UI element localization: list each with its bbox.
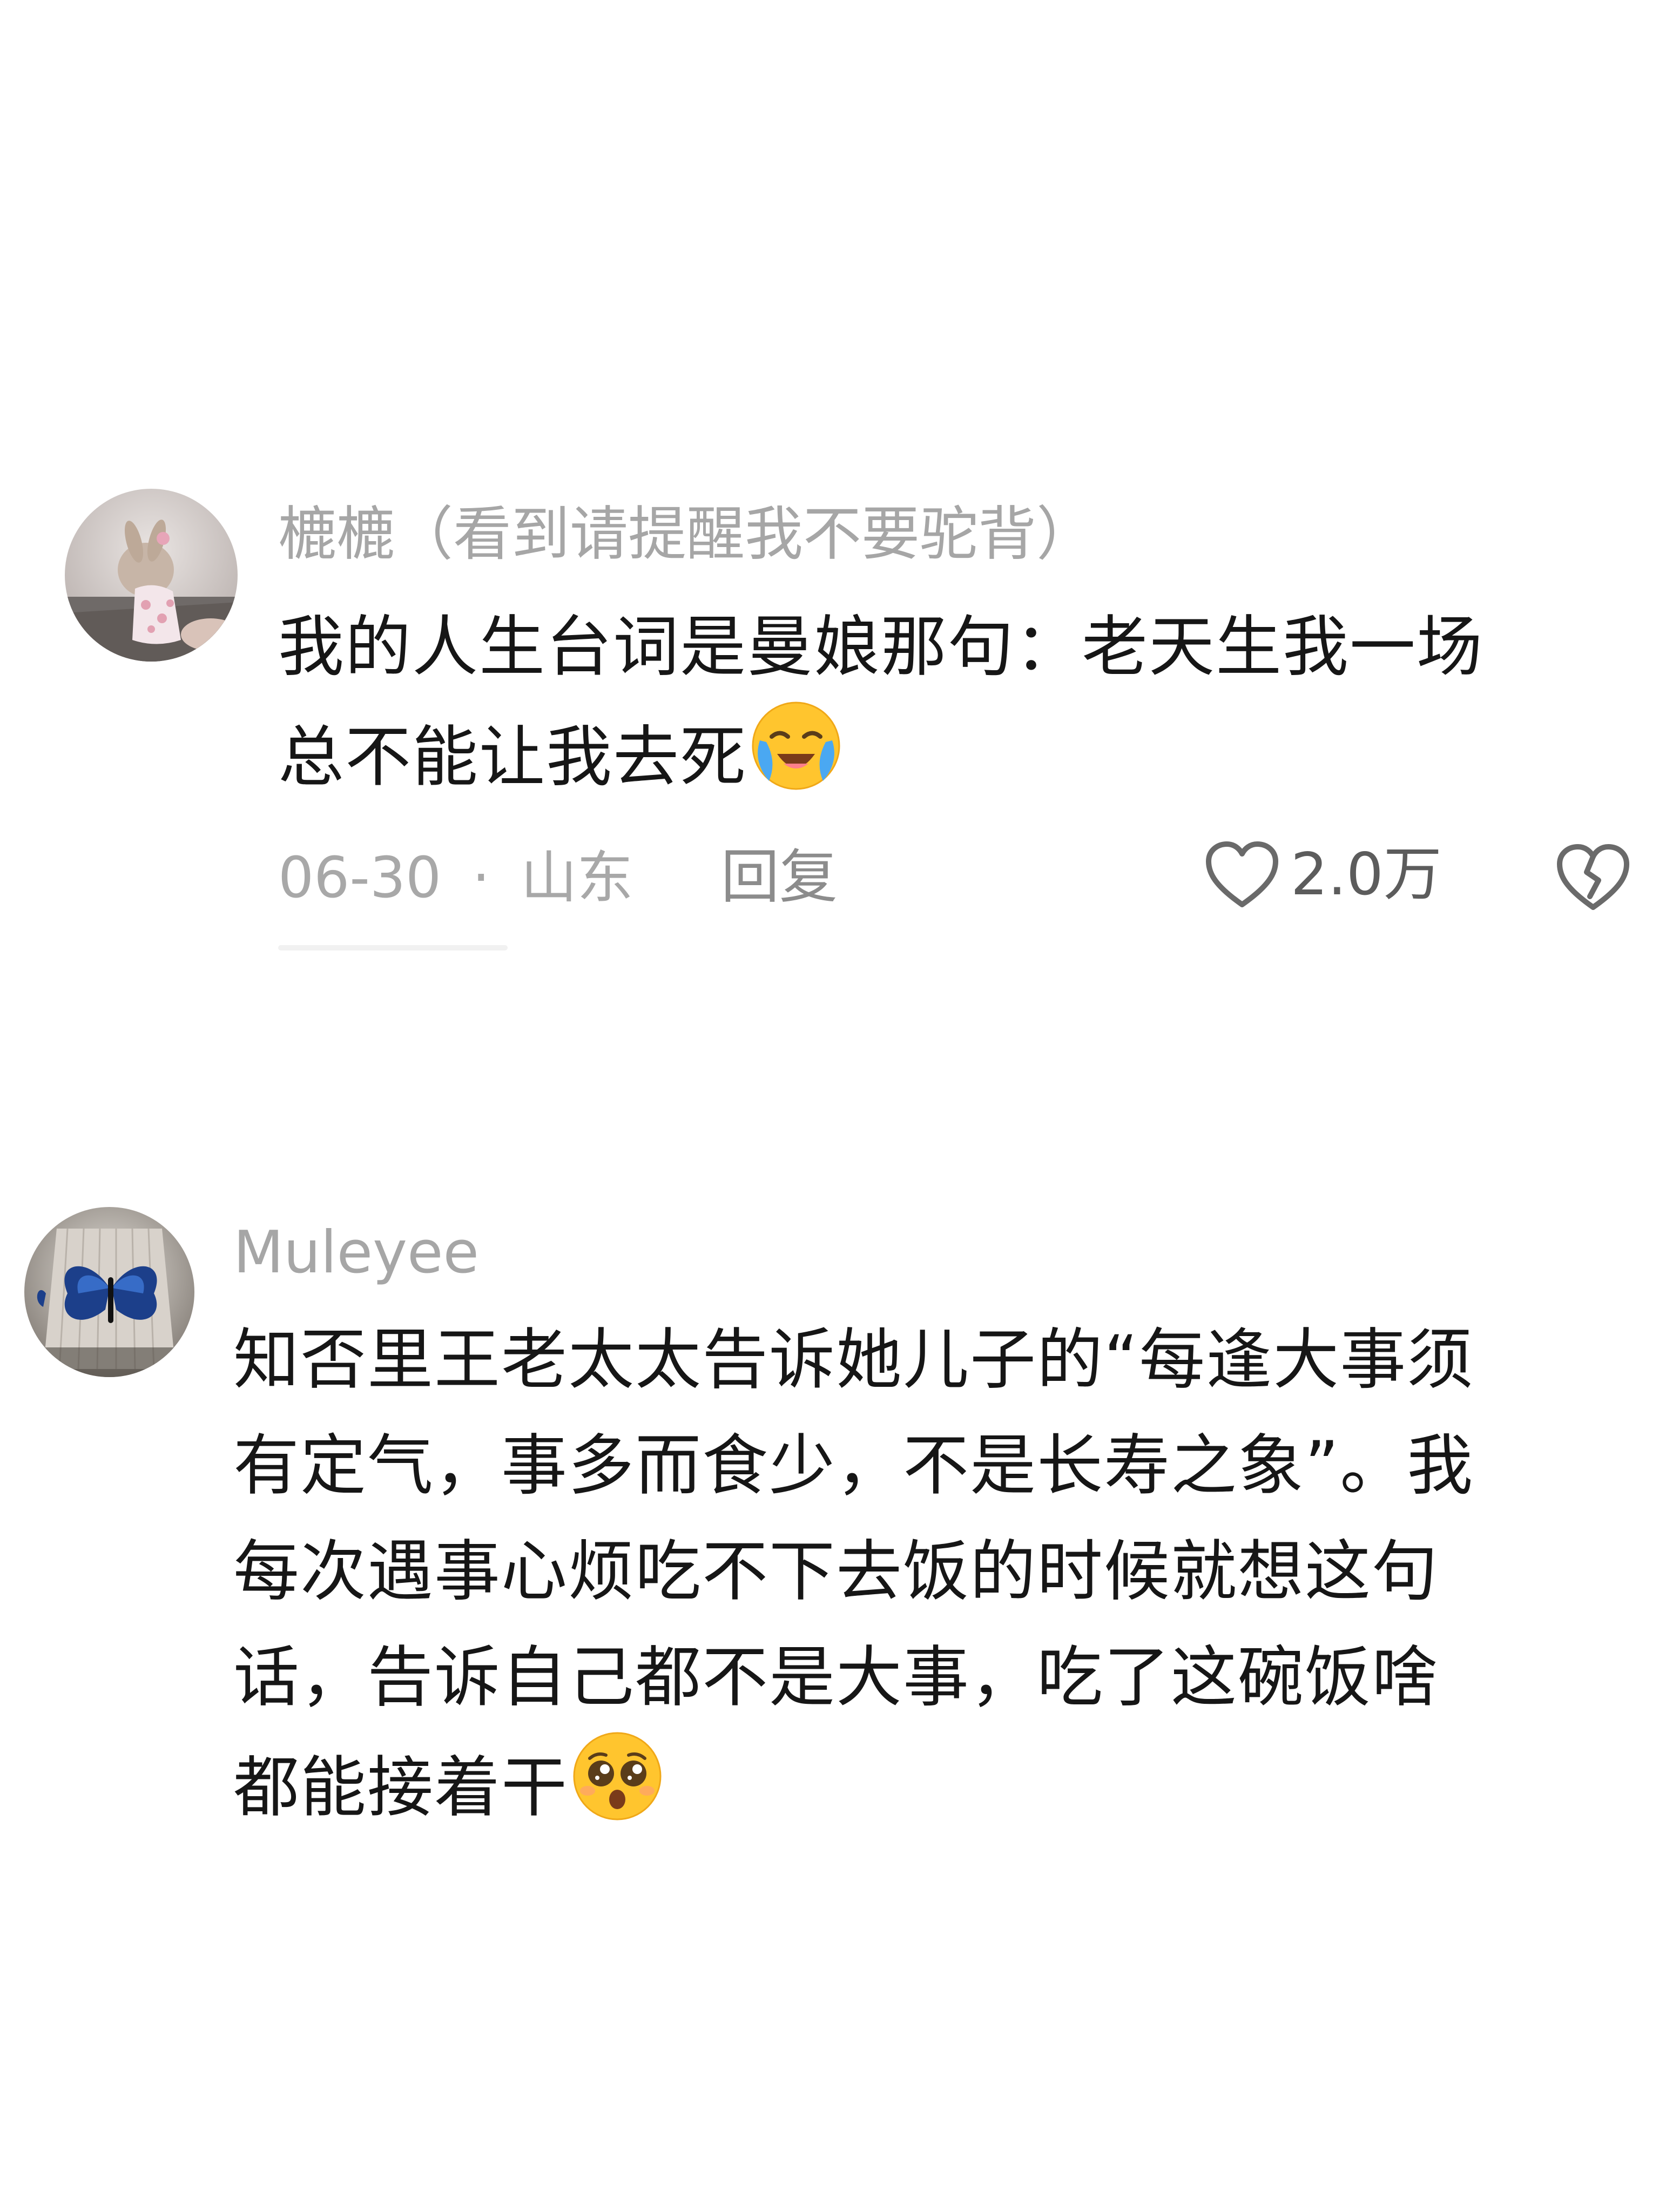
pleading-face-emoji-icon (571, 1730, 663, 1852)
comment-line: 都能接着干 (233, 1749, 568, 1826)
username[interactable]: 樚樚（看到请提醒我不要驼背） (278, 500, 1095, 570)
reply-button[interactable]: 回复 (721, 842, 838, 913)
comment-text: 知否里王老太太告诉她儿子的“每逢大事须 有定气，事多而食少，不是长寿之象”。我 … (233, 1307, 1474, 1852)
comment-line-with-emoji: 都能接着干 (233, 1730, 1474, 1852)
comment-line: 话，告诉自己都不是大事，吃了这碗饭啥 (233, 1639, 1439, 1716)
username[interactable]: Muleyee (233, 1218, 479, 1288)
butterfly-avatar-icon (24, 1207, 194, 1377)
broken-heart-icon (1557, 844, 1629, 910)
meta-separator: · (472, 845, 490, 911)
bunny-avatar-icon (65, 489, 238, 662)
comment-line: 我的人生台词是曼娘那句：老天生我一场 (278, 609, 1483, 685)
like-button[interactable]: 2.0万 (1204, 840, 1442, 910)
comment-text: 我的人生台词是曼娘那句：老天生我一场 总不能让我去死 (278, 594, 1483, 822)
avatar[interactable] (24, 1207, 194, 1377)
divider (278, 945, 508, 950)
comment-location: 山东 (521, 845, 633, 911)
like-count: 2.0万 (1291, 841, 1442, 908)
heart-icon (1204, 840, 1280, 910)
comment-date: 06-30 (278, 845, 442, 911)
comment-line-with-emoji: 总不能让我去死 (278, 700, 1483, 822)
dislike-button[interactable] (1555, 842, 1631, 915)
comment-line: 知否里王老太太告诉她儿子的“每逢大事须 (233, 1321, 1474, 1398)
avatar[interactable] (65, 489, 238, 662)
comment-line: 有定气，事多而食少，不是长寿之象”。我 (233, 1427, 1474, 1504)
crying-face-emoji-icon (750, 700, 842, 822)
comment-line: 总不能让我去死 (278, 719, 747, 795)
comment-meta: 06-30 · 山东 (278, 842, 633, 913)
comment-line: 每次遇事心烦吃不下去饭的时候就想这句 (233, 1533, 1439, 1610)
